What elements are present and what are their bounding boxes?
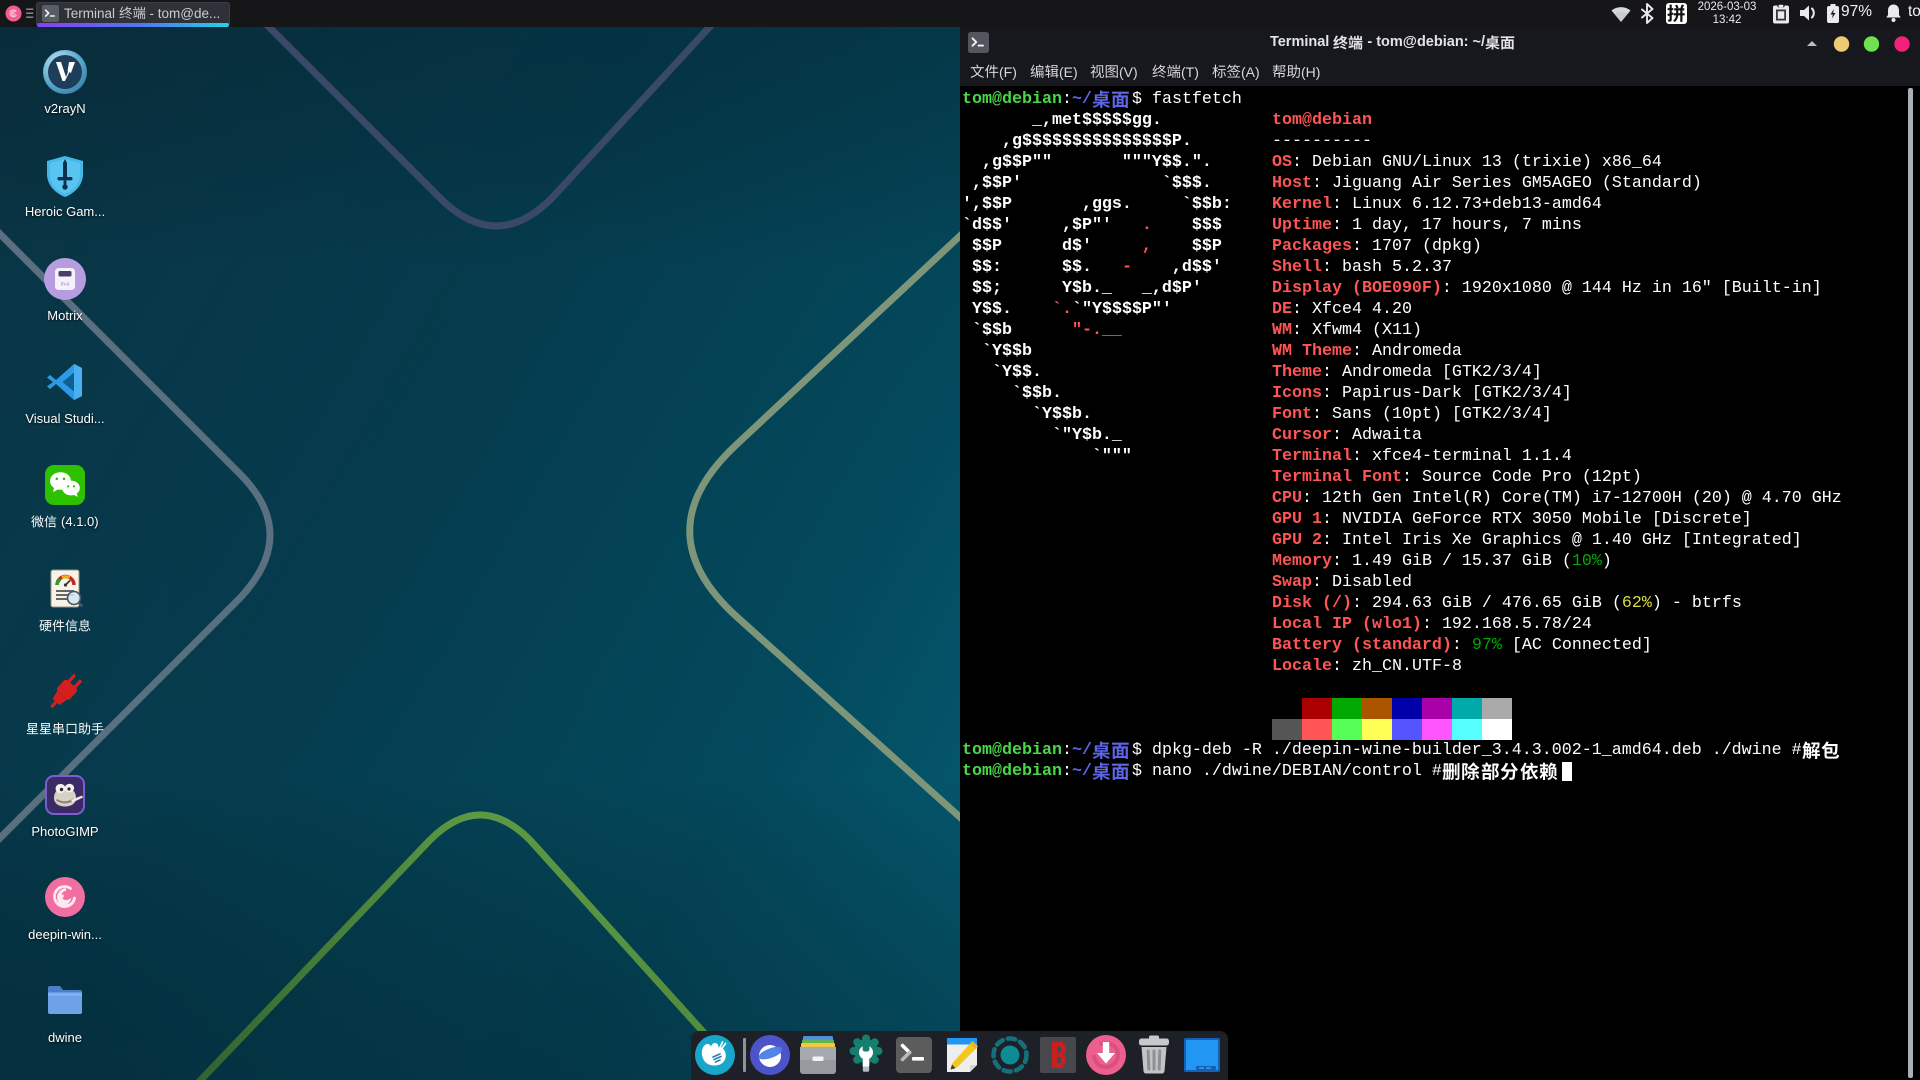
svg-text:m-o: m-o	[61, 282, 70, 288]
